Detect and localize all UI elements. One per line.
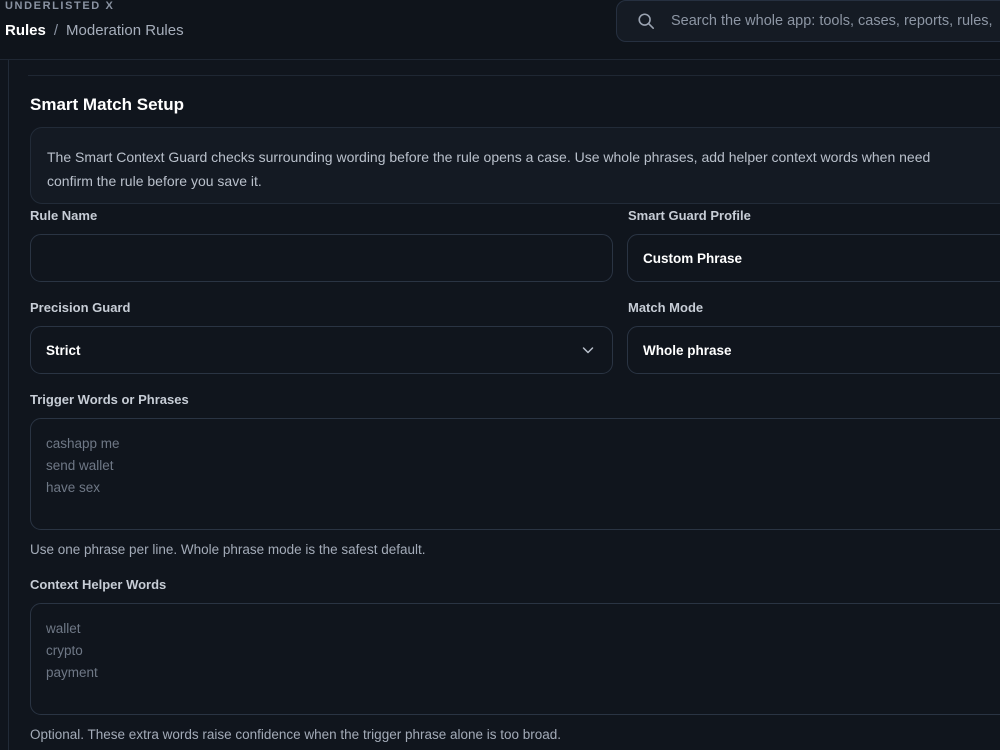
match-mode-select[interactable]: Whole phrase — [627, 326, 1000, 374]
context-placeholder-line: payment — [46, 665, 98, 680]
top-bar: UNDERLISTED X Rules / Moderation Rules S… — [0, 0, 1000, 60]
triggers-hint: Use one phrase per line. Whole phrase mo… — [30, 542, 426, 557]
precision-label: Precision Guard — [30, 300, 131, 315]
search-icon — [638, 13, 655, 30]
info-text-line-2: confirm the rule before you save it. — [47, 173, 262, 189]
side-rail — [8, 60, 9, 750]
context-placeholder-line: crypto — [46, 643, 83, 658]
context-label: Context Helper Words — [30, 577, 167, 592]
context-hint: Optional. These extra words raise confid… — [30, 727, 562, 742]
precision-select[interactable]: Strict — [30, 326, 613, 374]
breadcrumb-current: Moderation Rules — [66, 22, 184, 39]
global-search-input[interactable]: Search the whole app: tools, cases, repo… — [616, 0, 1000, 42]
triggers-label: Trigger Words or Phrases — [30, 392, 189, 407]
breadcrumb-root[interactable]: Rules — [5, 22, 46, 39]
precision-value: Strict — [46, 342, 81, 358]
chevron-down-icon — [582, 347, 594, 354]
context-placeholder-line: wallet — [46, 621, 81, 636]
triggers-textarea[interactable]: cashapp me send wallet have sex — [30, 418, 1000, 530]
profile-select[interactable]: Custom Phrase — [627, 234, 1000, 282]
triggers-placeholder-line: have sex — [46, 480, 101, 495]
app-brand: UNDERLISTED X — [5, 0, 115, 12]
rule-name-label: Rule Name — [30, 208, 98, 223]
triggers-placeholder-line: send wallet — [46, 458, 114, 473]
search-placeholder: Search the whole app: tools, cases, repo… — [671, 13, 993, 29]
divider — [28, 75, 1000, 76]
triggers-placeholder-line: cashapp me — [46, 436, 120, 451]
section-title: Smart Match Setup — [30, 95, 184, 114]
info-callout: The Smart Context Guard checks surroundi… — [30, 127, 1000, 204]
profile-label: Smart Guard Profile — [628, 208, 751, 223]
info-text-line-1: The Smart Context Guard checks surroundi… — [47, 149, 931, 165]
context-textarea[interactable]: wallet crypto payment — [30, 603, 1000, 715]
rule-name-input[interactable] — [30, 234, 613, 282]
breadcrumb-separator: / — [53, 22, 59, 39]
match-mode-label: Match Mode — [628, 300, 704, 315]
breadcrumb: Rules / Moderation Rules — [5, 22, 184, 39]
